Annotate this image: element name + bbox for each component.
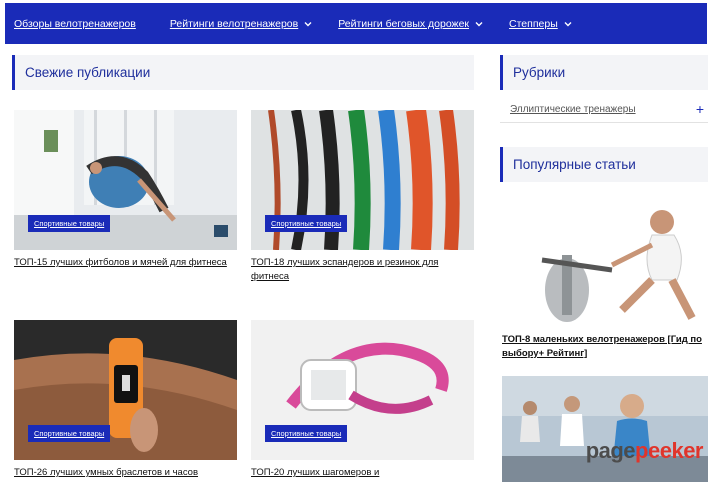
rubric-link[interactable]: Эллиптические тренажеры [510,104,636,115]
top-nav: Обзоры велотренажеров Рейтинги велотрена… [5,3,707,44]
article-title[interactable]: ТОП-18 лучших эспандеров и резинок для ф… [251,256,474,284]
article-card[interactable]: Спортивные товары ТОП-26 лучших умных бр… [14,320,237,480]
nav-item-label: Степперы [509,17,558,30]
nav-item-bike-ratings[interactable]: Рейтинги велотренажеров [170,18,312,30]
divider [500,122,708,123]
nav-item-label: Обзоры велотренажеров [14,17,136,30]
category-badge[interactable]: Спортивные товары [28,215,111,232]
sidebar-rubrics-title: Рубрики [500,55,708,90]
popular-thumbnail[interactable]: pagepeeker [502,376,708,482]
article-card[interactable]: Спортивные товары ТОП-20 лучших шагомеро… [251,320,474,480]
pagepeeker-watermark: pagepeeker [585,438,704,463]
article-thumbnail[interactable]: Спортивные товары [251,320,474,460]
article-title[interactable]: ТОП-20 лучших шагомеров и [251,466,474,480]
section-title-text: Свежие публикации [25,65,151,80]
category-badge[interactable]: Спортивные товары [28,425,111,442]
nav-item-bike-reviews[interactable]: Обзоры велотренажеров [14,18,136,30]
article-thumbnail[interactable]: Спортивные товары [251,110,474,250]
expand-plus-icon[interactable]: + [696,101,704,117]
article-thumbnail[interactable]: Спортивные товары [14,320,237,460]
chevron-down-icon [564,20,572,28]
article-card[interactable]: Спортивные товары ТОП-18 лучших эспандер… [251,110,474,284]
sidebar-popular-title: Популярные статьи [500,147,708,182]
gym-class-image [502,376,708,482]
article-thumbnail[interactable]: Спортивные товары [14,110,237,250]
nav-item-treadmill-ratings[interactable]: Рейтинги беговых дорожек [338,18,483,30]
chevron-down-icon [304,20,312,28]
article-card[interactable]: Спортивные товары ТОП-15 лучших фитболов… [14,110,237,270]
article-title[interactable]: ТОП-15 лучших фитболов и мячей для фитне… [14,256,237,270]
nav-item-steppers[interactable]: Степперы [509,18,572,30]
section-title-fresh: Свежие публикации [12,55,474,90]
rubric-item[interactable]: Эллиптические тренажеры + [510,100,706,118]
popular-article-title[interactable]: ТОП-8 маленьких велотренажеров [Гид по в… [502,333,708,361]
exercise-bike-image [502,200,708,328]
section-title-text: Рубрики [513,65,566,80]
category-badge[interactable]: Спортивные товары [265,215,348,232]
section-title-text: Популярные статьи [513,157,636,172]
chevron-down-icon [475,20,483,28]
popular-thumbnail[interactable] [502,200,708,328]
article-title[interactable]: ТОП-26 лучших умных браслетов и часов [14,466,237,480]
nav-item-label: Рейтинги беговых дорожек [338,17,470,30]
nav-item-label: Рейтинги велотренажеров [169,17,299,30]
category-badge[interactable]: Спортивные товары [265,425,348,442]
